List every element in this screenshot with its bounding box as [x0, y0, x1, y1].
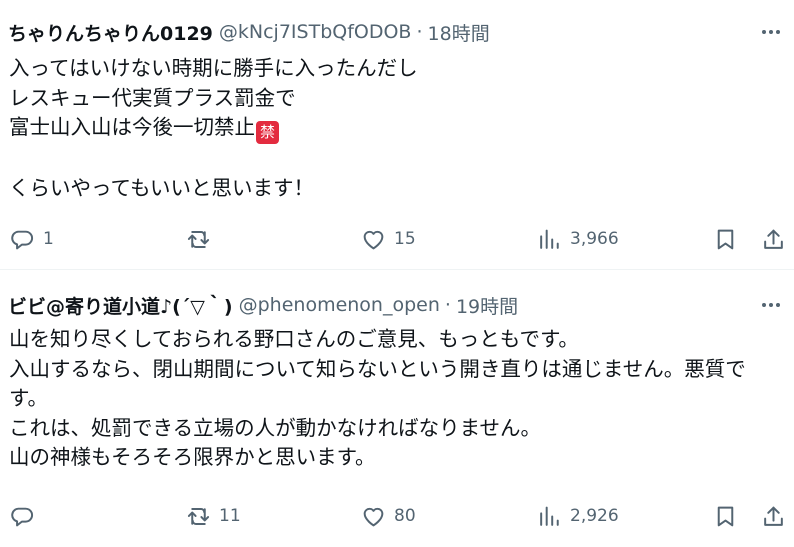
tweet-text-line: 山を知り尽くしておられる野口さんのご意見、もっともです。: [9, 327, 579, 351]
tweet-text-line: これは、処罰できる立場の人が動かなければなりません。: [9, 415, 541, 440]
reply-icon: [11, 230, 34, 249]
more-horizontal-icon: [762, 303, 780, 307]
views-button[interactable]: 3,966: [537, 225, 619, 253]
bookmark-button[interactable]: [713, 502, 738, 530]
heart-icon: [363, 507, 384, 526]
author-handle[interactable]: @phenomenon_open: [239, 294, 440, 316]
tweet-actions: 11 80 2,926: [0, 502, 794, 530]
share-icon: [764, 506, 783, 526]
tweet[interactable]: ちゃりんちゃりん0129 @kNcj7ISTbQfODOB · 18時間 入って…: [0, 0, 794, 269]
tweet-text-line: 入山するなら、閉山期間について知らないという開き直りは通じません。悪質です。: [9, 356, 746, 411]
share-button[interactable]: [761, 502, 786, 530]
tweet-text-segment: 富士山入山は今後一切禁止: [9, 115, 255, 139]
view-count: 2,926: [570, 506, 619, 526]
reply-button[interactable]: [10, 502, 43, 530]
views-chart-icon: [540, 229, 559, 249]
tweet-header: ビビ@寄り道小道♪(´▽｀) @phenomenon_open · 19時間: [8, 292, 518, 318]
heart-icon: [363, 230, 384, 249]
prohibited-emoji: 禁: [256, 121, 279, 144]
bookmark-button[interactable]: [713, 225, 738, 253]
tweet-actions: 1 15 3,966: [0, 225, 794, 253]
retweet-count: 11: [219, 506, 241, 526]
retweet-icon: [187, 230, 210, 248]
tweet-text: 入ってはいけない時期に勝手に入ったんだし レスキュー代実質プラス罰金で 富士山入…: [9, 54, 780, 203]
reply-icon: [11, 507, 34, 526]
tweet-timestamp[interactable]: 18時間: [428, 19, 490, 46]
views-chart-icon: [540, 506, 559, 526]
separator-dot: ·: [416, 21, 423, 43]
tweet-header: ちゃりんちゃりん0129 @kNcj7ISTbQfODOB · 18時間: [8, 19, 490, 45]
tweet[interactable]: ビビ@寄り道小道♪(´▽｀) @phenomenon_open · 19時間 山…: [0, 270, 794, 547]
author-name[interactable]: ちゃりんちゃりん0129: [8, 19, 213, 46]
like-button[interactable]: 15: [361, 225, 416, 253]
author-handle[interactable]: @kNcj7ISTbQfODOB: [219, 21, 412, 43]
tweet-text-line: くらいやってもいいと思います！: [9, 175, 315, 200]
views-button[interactable]: 2,926: [537, 502, 619, 530]
share-icon: [764, 229, 783, 249]
more-options-button[interactable]: [758, 19, 784, 45]
retweet-button[interactable]: [186, 225, 219, 253]
tweet-text-line: 富士山入山は今後一切禁止禁: [9, 113, 780, 144]
retweet-icon: [187, 507, 210, 525]
separator-dot: ·: [444, 294, 451, 316]
tweet-timestamp[interactable]: 19時間: [456, 292, 518, 319]
bookmark-icon: [717, 229, 734, 249]
like-button[interactable]: 80: [361, 502, 416, 530]
like-count: 80: [394, 506, 416, 526]
bookmark-icon: [717, 506, 734, 526]
more-horizontal-icon: [762, 30, 780, 34]
tweet-text-line: 山の神様もそろそろ限界かと思います。: [9, 445, 376, 469]
like-count: 15: [394, 229, 416, 249]
reply-count: 1: [43, 229, 54, 249]
author-name[interactable]: ビビ@寄り道小道♪(´▽｀): [8, 292, 233, 319]
tweet-text: 山を知り尽くしておられる野口さんのご意見、もっともです。 入山するなら、閉山期間…: [9, 325, 780, 473]
retweet-button[interactable]: 11: [186, 502, 241, 530]
share-button[interactable]: [761, 225, 786, 253]
view-count: 3,966: [570, 229, 619, 249]
tweet-text-line: レスキュー代実質プラス罰金で: [9, 85, 296, 110]
more-options-button[interactable]: [758, 292, 784, 318]
tweet-text-line: 入ってはいけない時期に勝手に入ったんだし: [9, 56, 418, 80]
reply-button[interactable]: 1: [10, 225, 54, 253]
